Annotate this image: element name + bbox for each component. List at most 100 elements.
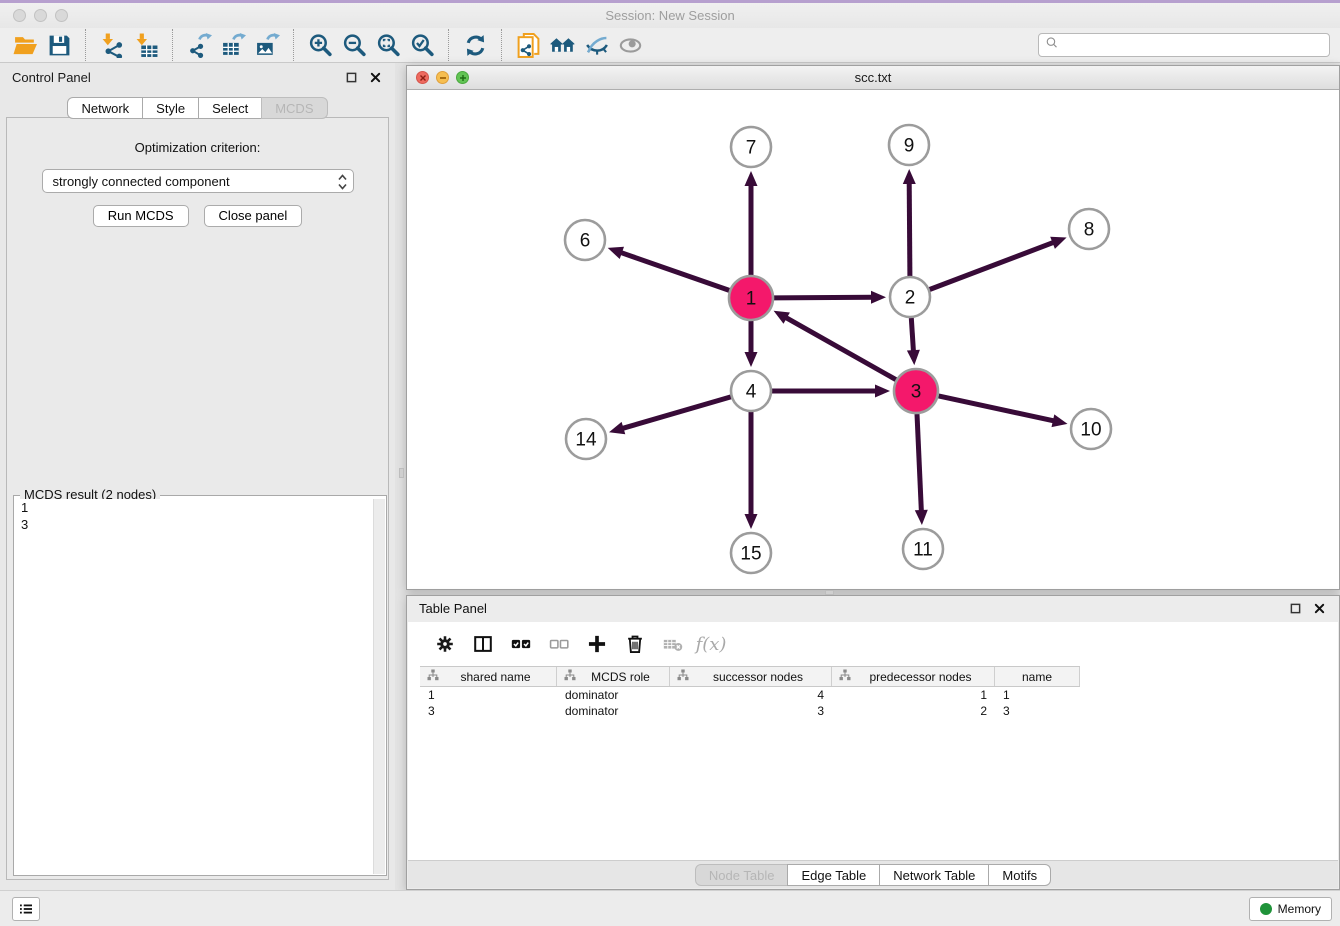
- graph-edge-2-9[interactable]: [903, 169, 916, 276]
- zoom-out-icon[interactable]: [337, 30, 371, 60]
- svg-text:11: 11: [913, 540, 933, 561]
- float-panel-icon[interactable]: [343, 69, 359, 85]
- table-cell[interactable]: 1: [995, 687, 1080, 703]
- table-cell[interactable]: dominator: [557, 687, 670, 703]
- select-all-icon[interactable]: [502, 629, 540, 659]
- zoom-fit-icon[interactable]: [371, 30, 405, 60]
- network-canvas[interactable]: 7 9 6 8 1 2 4 3 14 10 15 11: [407, 90, 1339, 589]
- table-float-panel-icon[interactable]: [1287, 601, 1303, 617]
- table-cell[interactable]: 2: [832, 703, 995, 719]
- open-session-icon[interactable]: [8, 30, 42, 60]
- network-close-icon[interactable]: [416, 71, 429, 84]
- table-cell[interactable]: 4: [670, 687, 832, 703]
- graph-edge-4-3[interactable]: [772, 385, 890, 398]
- close-panel-button[interactable]: Close panel: [204, 205, 303, 227]
- table-cell[interactable]: 3: [995, 703, 1080, 719]
- graph-edge-3-10[interactable]: [939, 396, 1068, 427]
- add-column-icon[interactable]: [578, 629, 616, 659]
- deselect-all-icon[interactable]: [540, 629, 578, 659]
- table-close-panel-icon[interactable]: [1311, 601, 1327, 617]
- network-zoom-icon[interactable]: [456, 71, 469, 84]
- table-cell[interactable]: 1: [832, 687, 995, 703]
- import-table-icon[interactable]: [129, 30, 163, 60]
- mcds-result-item[interactable]: 1: [15, 499, 372, 516]
- zoom-selected-icon[interactable]: [405, 30, 439, 60]
- graph-edge-2-8[interactable]: [930, 237, 1067, 290]
- table-cell[interactable]: dominator: [557, 703, 670, 719]
- tab-select[interactable]: Select: [198, 97, 262, 119]
- graph-node-9[interactable]: 9: [889, 125, 929, 165]
- graph-node-8[interactable]: 8: [1069, 209, 1109, 249]
- table-row[interactable]: 1dominator411: [420, 687, 1080, 703]
- graph-node-10[interactable]: 10: [1071, 409, 1111, 449]
- mcds-result-scrollbar[interactable]: [373, 499, 385, 874]
- export-table-icon[interactable]: [216, 30, 250, 60]
- clone-network-icon[interactable]: [511, 30, 545, 60]
- graph-edge-4-15[interactable]: [745, 412, 758, 529]
- task-history-button[interactable]: [12, 897, 40, 921]
- toolbar-group: [303, 30, 439, 60]
- graph-edge-1-7[interactable]: [745, 171, 758, 275]
- graph-edge-2-3[interactable]: [907, 318, 920, 365]
- graph-edge-1-2[interactable]: [774, 291, 886, 304]
- svg-text:10: 10: [1080, 420, 1101, 441]
- graph-edge-3-1[interactable]: [774, 311, 896, 380]
- zoom-in-icon[interactable]: [303, 30, 337, 60]
- table-cell[interactable]: 1: [420, 687, 557, 703]
- table-row[interactable]: 3dominator323: [420, 703, 1080, 719]
- close-panel-icon[interactable]: [367, 69, 383, 85]
- network-minimize-icon[interactable]: [436, 71, 449, 84]
- search-input[interactable]: [1063, 38, 1323, 53]
- network-window-titlebar[interactable]: scc.txt: [407, 66, 1339, 90]
- tab-node-table[interactable]: Node Table: [695, 864, 789, 886]
- export-network-icon[interactable]: [182, 30, 216, 60]
- graph-node-6[interactable]: 6: [565, 220, 605, 260]
- column-header-mcds-role[interactable]: MCDS role: [557, 667, 670, 686]
- delete-column-icon[interactable]: [616, 629, 654, 659]
- graph-node-11[interactable]: 11: [903, 529, 943, 569]
- control-panel-title: Control Panel: [12, 70, 91, 85]
- memory-button[interactable]: Memory: [1249, 897, 1332, 921]
- search-box[interactable]: [1038, 33, 1330, 57]
- column-header-predecessor-nodes[interactable]: predecessor nodes: [832, 667, 995, 686]
- table-cell[interactable]: 3: [670, 703, 832, 719]
- tab-network[interactable]: Network: [67, 97, 143, 119]
- vertical-splitter-grip[interactable]: [399, 468, 404, 478]
- run-mcds-button[interactable]: Run MCDS: [93, 205, 189, 227]
- graph-node-14[interactable]: 14: [566, 419, 606, 459]
- graph-node-2[interactable]: 2: [890, 277, 930, 317]
- tab-mcds[interactable]: MCDS: [261, 97, 327, 119]
- graph-node-7[interactable]: 7: [731, 127, 771, 167]
- horizontal-splitter-grip[interactable]: [825, 590, 834, 595]
- mcds-result-item[interactable]: 3: [15, 516, 372, 533]
- import-network-icon[interactable]: [95, 30, 129, 60]
- table-panel-window: Table Panel f(x) shared nameMCDS rolesuc…: [406, 595, 1340, 890]
- toolbar-separator: [85, 29, 86, 61]
- hide-selected-icon[interactable]: [579, 30, 613, 60]
- split-panel-icon[interactable]: [464, 629, 502, 659]
- mcds-result-list[interactable]: 13: [15, 499, 372, 874]
- graph-edge-4-14[interactable]: [609, 397, 731, 434]
- graph-node-4[interactable]: 4: [731, 371, 771, 411]
- graph-edge-3-11[interactable]: [915, 414, 928, 525]
- tab-edge-table[interactable]: Edge Table: [787, 864, 880, 886]
- graph-edge-1-4[interactable]: [745, 321, 758, 367]
- tab-motifs[interactable]: Motifs: [988, 864, 1051, 886]
- column-header-successor-nodes[interactable]: successor nodes: [670, 667, 832, 686]
- graph-node-3[interactable]: 3: [894, 369, 938, 413]
- export-image-icon[interactable]: [250, 30, 284, 60]
- column-header-name[interactable]: name: [995, 667, 1080, 686]
- criterion-select[interactable]: strongly connected component: [42, 169, 354, 193]
- tab-style[interactable]: Style: [142, 97, 199, 119]
- refresh-icon[interactable]: [458, 30, 492, 60]
- save-session-icon[interactable]: [42, 30, 76, 60]
- table-settings-icon[interactable]: [426, 629, 464, 659]
- table-cell[interactable]: 3: [420, 703, 557, 719]
- column-header-shared-name[interactable]: shared name: [420, 667, 557, 686]
- graph-node-15[interactable]: 15: [731, 533, 771, 573]
- graph-node-1[interactable]: 1: [729, 276, 773, 320]
- first-neighbors-icon[interactable]: [545, 30, 579, 60]
- tab-network-table[interactable]: Network Table: [879, 864, 989, 886]
- graph-edge-1-6[interactable]: [608, 247, 730, 291]
- node-table-body: f(x) shared nameMCDS rolesuccessor nodes…: [408, 622, 1338, 860]
